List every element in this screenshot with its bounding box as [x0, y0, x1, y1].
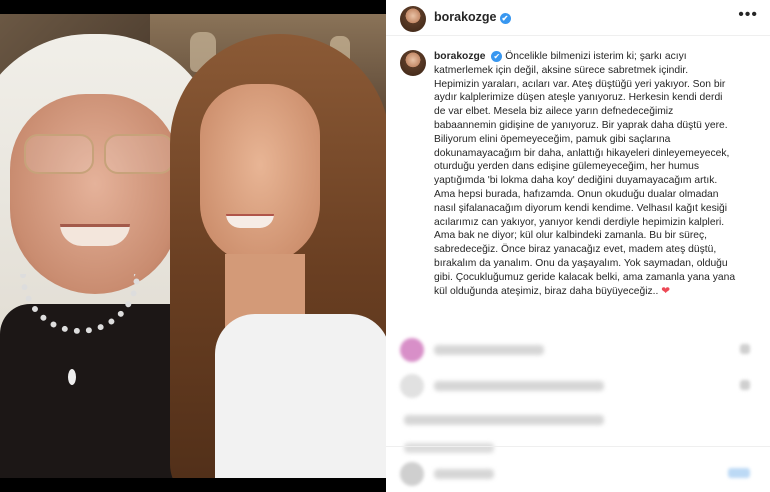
blurred-text: [404, 443, 494, 453]
post-panel: borakozge ✔ ••• borakozge ✔ Öncelikle bil…: [386, 0, 770, 492]
like-icon[interactable]: [740, 344, 750, 354]
caption-line: kül olduğunda ateşimiz, biraz daha büyüy…: [434, 285, 659, 297]
blurred-text: [434, 469, 494, 479]
caption-line: Hepimizin yaraları, acıları var. Ateş dü…: [434, 78, 726, 90]
caption-line: babaannemin gidişine de yanıyoruz. Bir y…: [434, 119, 728, 131]
blurred-avatar: [400, 374, 424, 398]
caption-line: yaptığımda 'bi lokma daha koy' dediğini …: [434, 175, 718, 187]
more-options-button[interactable]: •••: [738, 6, 758, 24]
post-button[interactable]: [728, 468, 750, 478]
caption-line: Ama bak ne diyor; kül olur kalbindeki za…: [434, 230, 707, 242]
caption-line: aydır kalplerimize düşen ateşle yanıyoru…: [434, 92, 723, 104]
avatar[interactable]: [400, 50, 426, 76]
caption-line: oturduğu yerden dans edişine gülemeyeceğ…: [434, 161, 700, 173]
blurred-text: [404, 415, 604, 425]
screenshot-frame: borakozge ✔ ••• borakozge ✔ Öncelikle bil…: [0, 0, 770, 492]
caption-line: sabredeceğiz. Önce biraz yanacağız evet,…: [434, 244, 717, 256]
blurred-text: [434, 345, 544, 355]
caption-line: nasıl şifalanacağım diyorum kendi kendim…: [434, 202, 728, 214]
avatar[interactable]: [400, 6, 426, 32]
caption-line: gibi. Çocukluğumuz geride kalacak belki,…: [434, 271, 736, 283]
caption-line: de var elbet. Mesela biz ailece yarın de…: [434, 106, 674, 118]
smile: [60, 224, 130, 246]
caption-line: Ama hepsi burada, hafızamda. Onun okuduğ…: [434, 188, 719, 200]
caption-line: bırakalım da yanalım. Onu da yaşayalım. …: [434, 257, 728, 269]
username-text: borakozge: [434, 10, 497, 24]
caption-line: Öncelikle bilmenizi isterim ki; şarkı ac…: [505, 51, 687, 62]
caption-text: borakozge ✔ Öncelikle bilmenizi isterim …: [434, 50, 768, 298]
caption-line: Biliyorum elini öpemeyeceğim, pamuk gibi…: [434, 133, 671, 145]
blurred-comment[interactable]: [400, 336, 756, 364]
blurred-comment[interactable]: [400, 434, 756, 462]
blurred-comment[interactable]: [400, 372, 756, 400]
blurred-avatar: [400, 338, 424, 362]
pendant: [68, 369, 76, 385]
white-shirt: [215, 314, 386, 478]
heart-icon: ❤: [661, 285, 670, 297]
divider: [386, 446, 770, 447]
elderly-woman-face: [10, 94, 180, 294]
post-header: borakozge ✔ •••: [386, 0, 770, 36]
blurred-comment[interactable]: [400, 406, 756, 434]
smile: [226, 214, 274, 228]
verified-badge-icon: ✔: [491, 51, 503, 62]
caption-line: katmerlemek için değil, aksine sürece sa…: [434, 64, 689, 76]
woman-face: [200, 84, 320, 264]
blurred-avatar: [400, 462, 424, 486]
username-link[interactable]: borakozge ✔: [434, 10, 511, 24]
like-icon[interactable]: [740, 380, 750, 390]
post-photo[interactable]: [0, 14, 386, 478]
blurred-action-bar[interactable]: [400, 460, 756, 488]
caption-line: acılarımız can yakıyor, yanıyor kendi de…: [434, 216, 725, 228]
verified-badge-icon: ✔: [499, 13, 511, 24]
caption-username[interactable]: borakozge: [434, 51, 486, 62]
caption-line: dokunamayacağım bir daha, anlattığı hika…: [434, 147, 730, 159]
blurred-text: [434, 381, 604, 391]
glasses: [10, 134, 180, 178]
